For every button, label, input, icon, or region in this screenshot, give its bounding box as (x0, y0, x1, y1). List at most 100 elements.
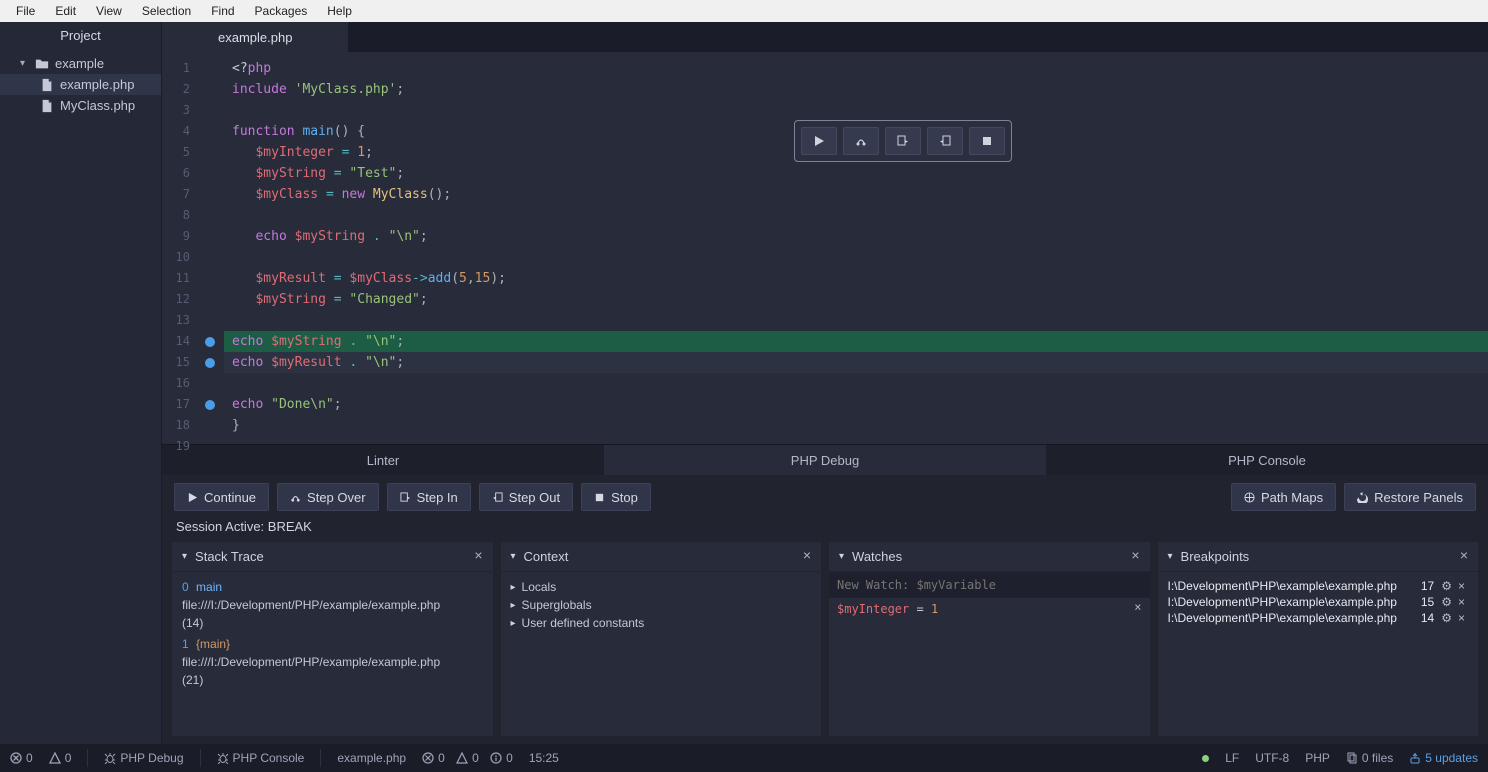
code-line[interactable]: echo $myString . "\n"; (224, 331, 1488, 352)
status-php-console[interactable]: PHP Console (217, 751, 305, 765)
tree-file-myclass[interactable]: MyClass.php (0, 95, 161, 116)
stack-frame[interactable]: 1 {main} file:///I:/Development/PHP/exam… (182, 635, 483, 692)
stack-frame[interactable]: 0 main file:///I:/Development/PHP/exampl… (182, 578, 483, 635)
status-filename[interactable]: example.php (337, 751, 406, 765)
status-files[interactable]: 0 files (1346, 751, 1393, 765)
tree-folder-label: example (55, 56, 104, 71)
debug-stop-button[interactable] (969, 127, 1005, 155)
breakpoint-dot-icon[interactable] (205, 337, 215, 347)
folder-icon (35, 57, 49, 71)
editor-tab[interactable]: example.php (162, 22, 349, 52)
close-icon[interactable]: × (1460, 547, 1468, 563)
step-out-button[interactable]: Step Out (479, 483, 573, 511)
panel-header[interactable]: ▾ Breakpoints × (1158, 542, 1479, 572)
panel-header[interactable]: ▾ Context × (501, 542, 822, 572)
context-group-userconst[interactable]: ▸User defined constants (511, 614, 812, 632)
code-editor[interactable]: 12345678910111213141516171819 <?phpinclu… (162, 52, 1488, 444)
code-line[interactable]: $myResult = $myClass->add(5,15); (224, 268, 1488, 289)
close-icon[interactable]: × (803, 547, 811, 563)
debug-continue-button[interactable] (801, 127, 837, 155)
breakpoint-row[interactable]: I:\Development\PHP\example\example.php15… (1168, 594, 1469, 610)
restore-panels-button[interactable]: Restore Panels (1344, 483, 1476, 511)
debug-stepover-button[interactable] (843, 127, 879, 155)
code-line[interactable] (224, 436, 1488, 457)
context-group-superglobals[interactable]: ▸Superglobals (511, 596, 812, 614)
path-maps-button[interactable]: Path Maps (1231, 483, 1336, 511)
menu-file[interactable]: File (6, 2, 45, 20)
debug-stepout-button[interactable] (927, 127, 963, 155)
code-line[interactable]: echo $myString . "\n"; (224, 226, 1488, 247)
code-line[interactable]: echo "Done\n"; (224, 394, 1488, 415)
code-line[interactable] (224, 310, 1488, 331)
sidebar-title: Project (0, 22, 161, 49)
step-in-button[interactable]: Step In (387, 483, 471, 511)
line-gutter: 12345678910111213141516171819 (162, 52, 196, 444)
status-bar: 0 0 PHP Debug PHP Console example.php 0 … (0, 744, 1488, 772)
code-line[interactable] (224, 373, 1488, 394)
status-encoding[interactable]: UTF-8 (1255, 751, 1289, 765)
code-line[interactable]: $myClass = new MyClass(); (224, 184, 1488, 205)
menu-help[interactable]: Help (317, 2, 362, 20)
gear-icon[interactable]: ⚙ (1438, 595, 1455, 609)
code-line[interactable]: <?php (224, 58, 1488, 79)
menu-edit[interactable]: Edit (45, 2, 86, 20)
panel-title: Watches (852, 549, 902, 564)
status-warnings[interactable]: 0 (49, 751, 72, 765)
file-tree: ▾ example example.php MyClass.php (0, 49, 161, 120)
close-icon[interactable]: × (1455, 579, 1468, 593)
panel-body: 0 main file:///I:/Development/PHP/exampl… (172, 572, 493, 698)
status-language[interactable]: PHP (1305, 751, 1330, 765)
debug-stepin-button[interactable] (885, 127, 921, 155)
close-icon[interactable]: × (474, 547, 482, 563)
panel-header[interactable]: ▾ Watches × (829, 542, 1150, 572)
gear-icon[interactable]: ⚙ (1438, 579, 1455, 593)
status-cursor[interactable]: 15:25 (529, 751, 559, 765)
editor-region: example.php 1234567891011121314151617181… (162, 22, 1488, 744)
status-php-debug[interactable]: PHP Debug (104, 751, 183, 765)
tree-file-example[interactable]: example.php (0, 74, 161, 95)
code-line[interactable] (224, 100, 1488, 121)
stop-button[interactable]: Stop (581, 483, 651, 511)
bottom-panel: Linter PHP Debug PHP Console Continue St… (162, 444, 1488, 744)
breakpoint-row[interactable]: I:\Development\PHP\example\example.php14… (1168, 610, 1469, 626)
continue-button[interactable]: Continue (174, 483, 269, 511)
code-line[interactable] (224, 247, 1488, 268)
panel-context: ▾ Context × ▸Locals ▸Superglobals ▸User … (501, 542, 822, 736)
code-line[interactable]: $myString = "Changed"; (224, 289, 1488, 310)
menu-selection[interactable]: Selection (132, 2, 201, 20)
code-line[interactable]: $myString = "Test"; (224, 163, 1488, 184)
code-area[interactable]: <?phpinclude 'MyClass.php';function main… (224, 52, 1488, 444)
tree-folder-example[interactable]: ▾ example (0, 53, 161, 74)
status-eol[interactable]: LF (1225, 751, 1239, 765)
chevron-down-icon: ▾ (20, 58, 29, 69)
watch-input[interactable] (829, 572, 1150, 598)
status-indicator-icon (1202, 755, 1209, 762)
breakpoint-row[interactable]: I:\Development\PHP\example\example.php17… (1168, 578, 1469, 594)
status-updates[interactable]: 5 updates (1409, 751, 1478, 765)
step-over-button[interactable]: Step Over (277, 483, 379, 511)
status-errors[interactable]: 0 (10, 751, 33, 765)
editor-tab-bar: example.php (162, 22, 1488, 52)
gear-icon[interactable]: ⚙ (1438, 611, 1455, 625)
close-icon[interactable]: × (1455, 611, 1468, 625)
close-icon[interactable]: × (1455, 595, 1468, 609)
menu-view[interactable]: View (86, 2, 132, 20)
breakpoint-gutter[interactable] (196, 52, 224, 444)
menu-find[interactable]: Find (201, 2, 244, 20)
close-icon[interactable]: × (1131, 547, 1139, 563)
close-icon[interactable]: × (1134, 600, 1141, 614)
breakpoint-dot-icon[interactable] (205, 400, 215, 410)
code-line[interactable]: include 'MyClass.php'; (224, 79, 1488, 100)
tree-file-label: example.php (60, 77, 134, 92)
code-line[interactable]: echo $myResult . "\n"; (224, 352, 1488, 373)
context-group-locals[interactable]: ▸Locals (511, 578, 812, 596)
watch-entry[interactable]: $myInteger = 1 × (829, 598, 1150, 620)
code-line[interactable] (224, 205, 1488, 226)
panel-header[interactable]: ▾ Stack Trace × (172, 542, 493, 572)
code-line[interactable]: } (224, 415, 1488, 436)
menu-packages[interactable]: Packages (245, 2, 318, 20)
status-diagnostics[interactable]: 0 0 0 (422, 751, 513, 765)
project-sidebar: Project ▾ example example.php MyClass.ph… (0, 22, 162, 744)
tree-file-label: MyClass.php (60, 98, 135, 113)
breakpoint-dot-icon[interactable] (205, 358, 215, 368)
